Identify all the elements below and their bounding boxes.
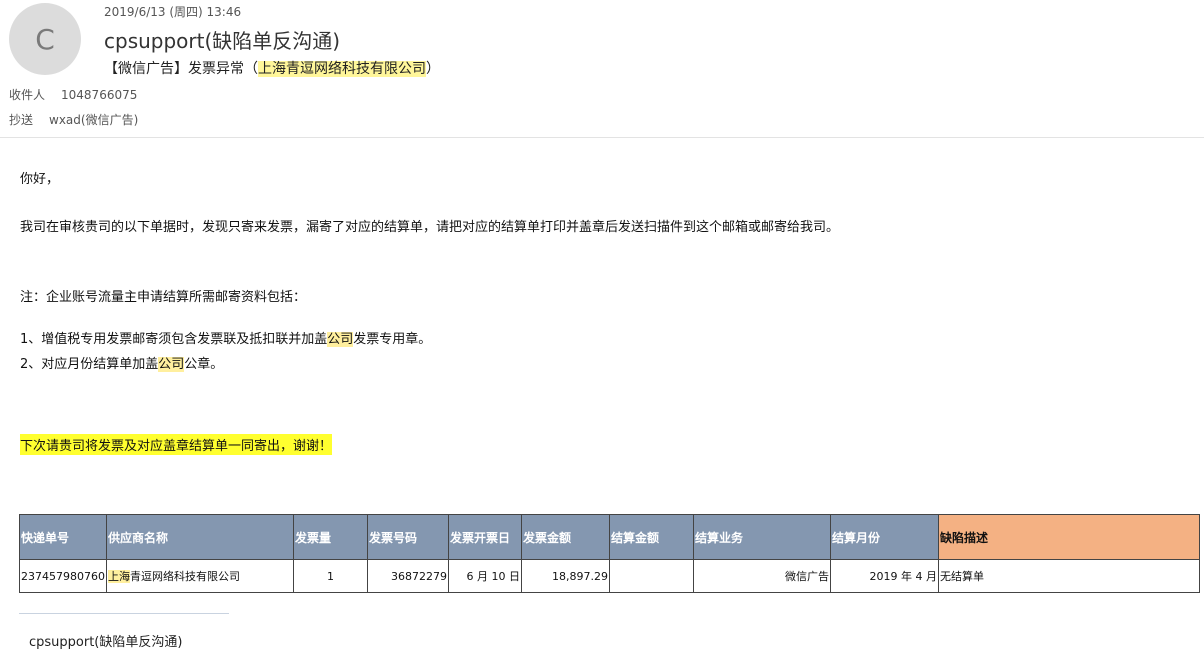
item1-text: 1、增值税专用发票邮寄须包含发票联及抵扣联并加盖 <box>20 332 328 347</box>
note-heading: 注：企业账号流量主申请结算所需邮寄资料包括： <box>20 290 307 305</box>
subject-suffix: ） <box>426 61 440 77</box>
item1-tail: 发票专用章。 <box>353 332 432 347</box>
col-tracking-header: 快递单号 <box>19 514 107 560</box>
to-label: 收件人 <box>9 88 46 102</box>
item2-text: 2、对应月份结算单加盖 <box>20 357 159 372</box>
supplier-rest: 青逗网络科技有限公司 <box>129 570 240 583</box>
requirement-item-1: 1、增值税专用发票邮寄须包含发票联及抵扣联并加盖公司发票专用章。 <box>20 328 431 347</box>
cc-label: 抄送 <box>9 113 34 127</box>
cell-invoice-date: 6 月 10 日 <box>447 559 522 593</box>
col-invoice-no-header: 发票号码 <box>366 514 449 560</box>
email-sender[interactable]: cpsupport(缺陷单反沟通) <box>104 25 340 54</box>
cell-invoice-amount: 18,897.29 <box>520 559 610 593</box>
signature: cpsupport(缺陷单反沟通) <box>29 635 183 650</box>
cell-invoice-no: 36872279 <box>366 559 449 593</box>
col-settle-amount-header: 结算金额 <box>608 514 694 560</box>
cell-invoice-count: 1 <box>292 559 368 593</box>
item2-highlight: 公司 <box>158 357 185 372</box>
table-header-row: 快递单号 供应商名称 发票量 发票号码 发票开票日 发票金额 结算金额 结算业务… <box>19 514 1200 560</box>
header-divider <box>0 137 1204 138</box>
table-row: 237457980760 上海青逗网络科技有限公司 1 36872279 6 月… <box>19 559 1200 593</box>
cell-business: 微信广告 <box>692 559 831 593</box>
cell-tracking: 237457980760 <box>19 559 107 593</box>
cell-supplier: 上海青逗网络科技有限公司 <box>105 559 294 593</box>
col-invoice-amount-header: 发票金额 <box>520 514 610 560</box>
email-subject: 【微信广告】发票异常（上海青逗网络科技有限公司） <box>104 58 440 78</box>
cc-row: 抄送 wxad(微信广告) <box>9 111 138 128</box>
requirement-item-2: 2、对应月份结算单加盖公司公章。 <box>20 353 223 372</box>
cell-defect: 无结算单 <box>937 559 1200 593</box>
body-paragraph: 我司在审核贵司的以下单据时，发现只寄来发票，漏寄了对应的结算单，请把对应的结算单… <box>20 220 840 235</box>
sender-avatar: C <box>9 3 81 75</box>
col-supplier-header: 供应商名称 <box>105 514 294 560</box>
to-value[interactable]: 1048766075 <box>61 88 137 102</box>
signature-divider <box>19 613 229 614</box>
supplier-highlight: 上海 <box>107 570 130 583</box>
cell-month: 2019 年 4 月 <box>829 559 939 593</box>
subject-company: 上海青逗网络科技有限公司 <box>258 61 426 77</box>
col-business-header: 结算业务 <box>692 514 831 560</box>
col-invoice-count-header: 发票量 <box>292 514 368 560</box>
email-date: 2019/6/13 (周四) 13:46 <box>104 5 242 19</box>
cell-settle-amount <box>608 559 694 593</box>
subject-prefix: 【微信广告】发票异常（ <box>104 61 258 77</box>
item1-highlight: 公司 <box>327 332 354 347</box>
col-invoice-date-header: 发票开票日 <box>447 514 522 560</box>
defect-table: 快递单号 供应商名称 发票量 发票号码 发票开票日 发票金额 结算金额 结算业务… <box>19 514 1200 593</box>
cc-value[interactable]: wxad(微信广告) <box>49 113 138 127</box>
recipient-row: 收件人 1048766075 <box>9 86 137 103</box>
highlight-notice: 下次请贵司将发票及对应盖章结算单一同寄出，谢谢！ <box>20 434 333 455</box>
col-defect-header: 缺陷描述 <box>937 514 1200 560</box>
col-month-header: 结算月份 <box>829 514 939 560</box>
greeting: 你好， <box>20 172 60 187</box>
item2-tail: 公章。 <box>184 357 224 372</box>
